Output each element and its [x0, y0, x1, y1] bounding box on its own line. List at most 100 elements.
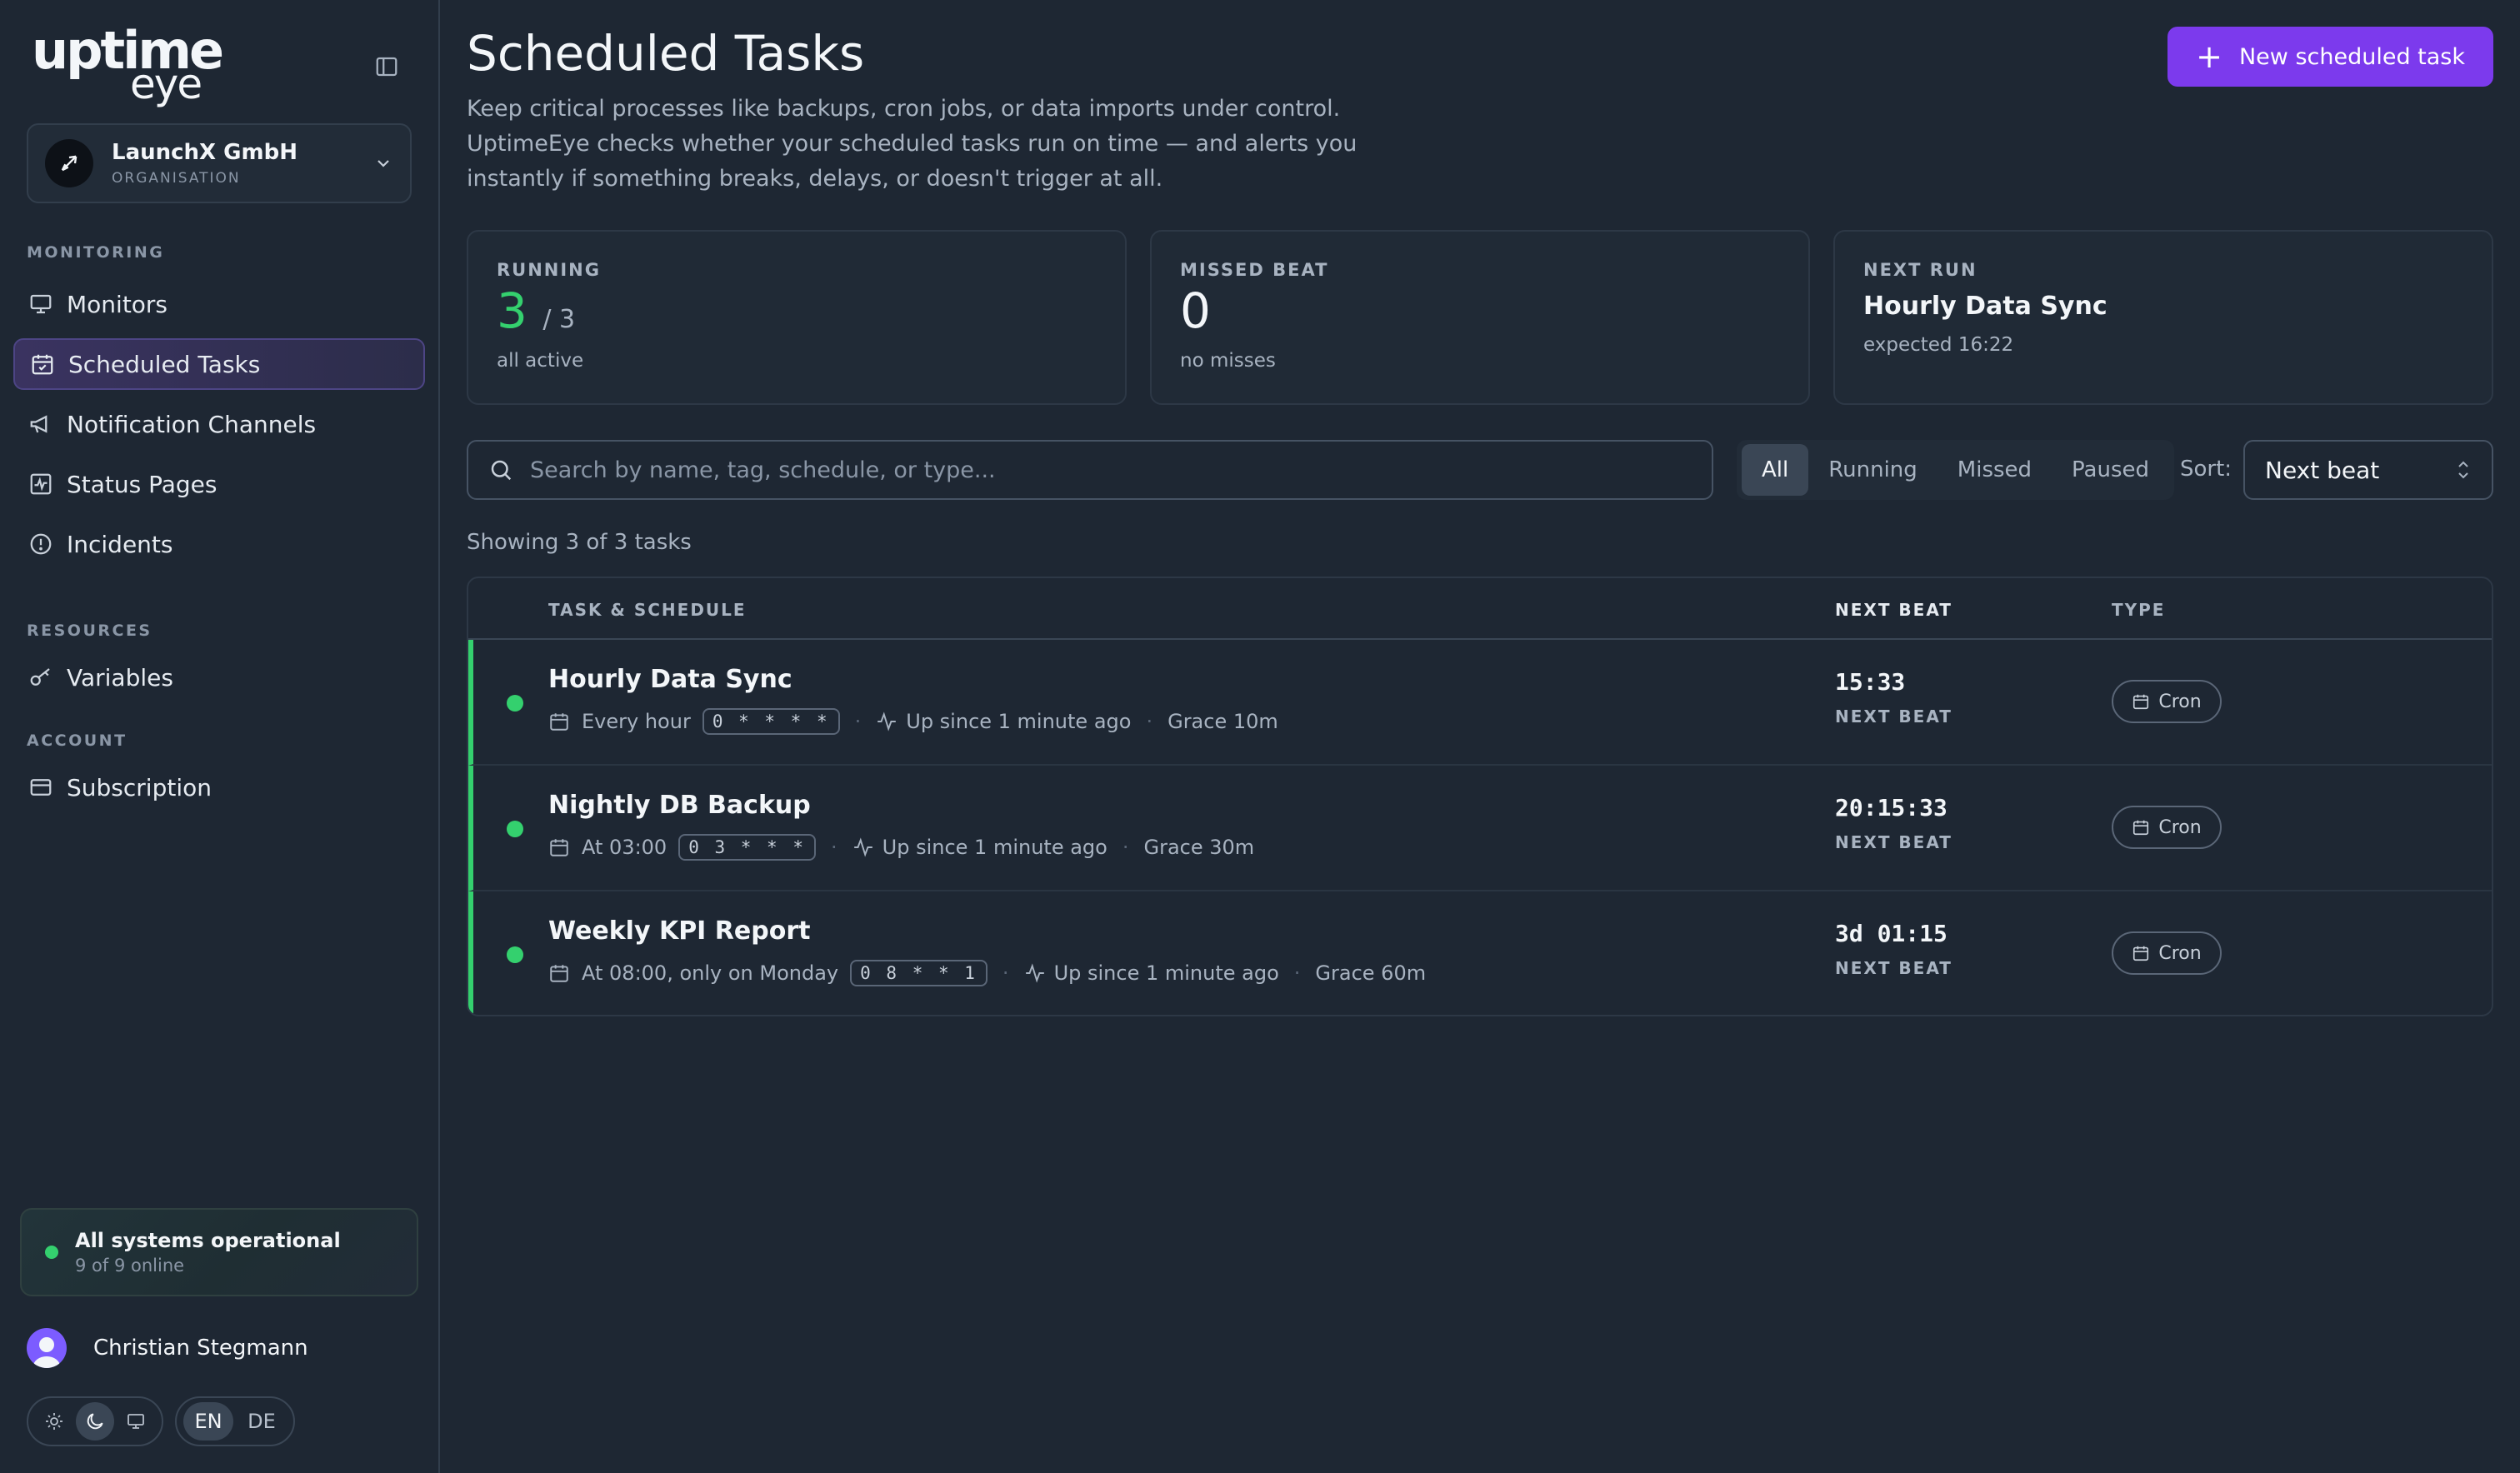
- grace-text: Grace 60m: [1315, 961, 1427, 985]
- sidebar-item-label: Variables: [67, 663, 173, 692]
- sidebar-item-notification-channels[interactable]: Notification Channels: [13, 398, 425, 450]
- stat-value: 0: [1180, 282, 1211, 339]
- page-description: Keep critical processes like backups, cr…: [467, 96, 1358, 192]
- sort-value: Next beat: [2265, 456, 2380, 484]
- chevron-up-down-icon: [2458, 461, 2468, 479]
- next-beat-value: 20:15:33: [1835, 794, 1948, 821]
- tasks-table: TASK & SCHEDULE NEXT BEAT TYPE Hourly Da…: [467, 577, 2493, 1016]
- sort-select[interactable]: Next beat: [2243, 440, 2493, 500]
- sidebar-item-monitors[interactable]: Monitors: [13, 278, 425, 330]
- credit-card-icon: [27, 773, 55, 801]
- stat-card-next-run: NEXT RUN Hourly Data Sync expected 16:22: [1833, 230, 2493, 405]
- stat-label: RUNNING: [497, 260, 601, 280]
- sidebar-toggle-icon[interactable]: [368, 48, 405, 85]
- task-name[interactable]: Weekly KPI Report: [548, 916, 810, 946]
- chevron-down-icon: [378, 160, 389, 167]
- search-box: [467, 440, 1713, 500]
- key-icon: [27, 663, 55, 692]
- new-scheduled-task-button[interactable]: + New scheduled task: [2168, 27, 2493, 87]
- type-badge: Cron: [2112, 806, 2222, 849]
- alert-circle-icon: [27, 530, 55, 558]
- user-menu[interactable]: Christian Stegmann: [27, 1328, 308, 1368]
- uptimeeye-logo[interactable]: uptime eye: [32, 25, 224, 108]
- stat-card-missed: MISSED BEAT 0 no misses: [1150, 230, 1810, 405]
- calendar-check-icon: [28, 350, 57, 378]
- system-status-sub: 9 of 9 online: [75, 1256, 185, 1276]
- next-run-task-name: Hourly Data Sync: [1863, 292, 2108, 321]
- separator: ·: [831, 836, 838, 859]
- next-beat-label: NEXT BEAT: [1835, 832, 1952, 852]
- sun-icon[interactable]: [35, 1402, 73, 1441]
- sidebar-item-label: Monitors: [67, 290, 168, 318]
- uptime-text: Up since 1 minute ago: [1053, 961, 1279, 985]
- cron-expression: 0 3 * * *: [678, 834, 816, 861]
- filter-all[interactable]: All: [1742, 444, 1809, 496]
- column-header-task[interactable]: TASK & SCHEDULE: [548, 600, 747, 620]
- user-name: Christian Stegmann: [93, 1336, 308, 1361]
- calendar-icon: [548, 836, 570, 858]
- activity-icon: [876, 711, 898, 732]
- calendar-icon: [2132, 692, 2150, 711]
- system-status-title: All systems operational: [75, 1229, 341, 1252]
- stat-label: NEXT RUN: [1863, 260, 1978, 280]
- section-label-monitoring: MONITORING: [27, 243, 165, 262]
- uptime-text: Up since 1 minute ago: [882, 836, 1108, 859]
- next-beat-label: NEXT BEAT: [1835, 707, 1952, 727]
- grace-text: Grace 10m: [1168, 710, 1278, 733]
- section-label-account: ACCOUNT: [27, 732, 128, 750]
- sidebar-item-label: Notification Channels: [67, 410, 317, 438]
- system-status-card[interactable]: All systems operational 9 of 9 online: [20, 1208, 418, 1296]
- table-row[interactable]: Nightly DB Backup At 03:00 0 3 * * * · U…: [468, 766, 2492, 891]
- megaphone-icon: [27, 410, 55, 438]
- filter-missed[interactable]: Missed: [1938, 444, 2052, 496]
- task-meta: Every hour 0 * * * * · Up since 1 minute…: [548, 708, 1278, 735]
- task-name[interactable]: Hourly Data Sync: [548, 665, 792, 694]
- separator: ·: [1122, 836, 1129, 859]
- sidebar-item-subscription[interactable]: Subscription: [13, 761, 425, 813]
- search-icon: [491, 460, 512, 481]
- sidebar-item-status-pages[interactable]: Status Pages: [13, 458, 425, 510]
- filter-paused[interactable]: Paused: [2052, 444, 2169, 496]
- column-header-next-beat[interactable]: NEXT BEAT: [1835, 600, 1952, 620]
- separator: ·: [1293, 961, 1301, 985]
- running-total: / 3: [542, 305, 576, 334]
- main-content: Scheduled Tasks Keep critical processes …: [440, 0, 2520, 1473]
- calendar-icon: [2132, 818, 2150, 836]
- stat-card-running: RUNNING 3 / 3 all active: [467, 230, 1127, 405]
- sidebar-item-incidents[interactable]: Incidents: [13, 518, 425, 570]
- next-run-expected: expected 16:22: [1863, 334, 2014, 356]
- activity-icon: [1024, 962, 1046, 984]
- new-scheduled-task-label: New scheduled task: [2238, 43, 2465, 70]
- lang-en-button[interactable]: EN: [183, 1402, 233, 1441]
- sidebar-item-variables[interactable]: Variables: [13, 652, 425, 703]
- status-dot: [45, 1246, 58, 1259]
- search-input[interactable]: [530, 457, 1680, 483]
- column-header-type[interactable]: TYPE: [2112, 600, 2165, 620]
- theme-switcher: [27, 1396, 163, 1446]
- filter-running[interactable]: Running: [1808, 444, 1938, 496]
- table-header: TASK & SCHEDULE NEXT BEAT TYPE: [468, 578, 2492, 640]
- status-dot: [507, 946, 523, 963]
- cron-expression: 0 8 * * 1: [850, 960, 988, 986]
- section-label-resources: RESOURCES: [27, 622, 152, 640]
- type-badge: Cron: [2112, 931, 2222, 975]
- results-count: Showing 3 of 3 tasks: [467, 530, 692, 555]
- calendar-icon: [548, 962, 570, 984]
- schedule-text: At 03:00: [582, 836, 668, 859]
- lang-de-button[interactable]: DE: [237, 1402, 287, 1441]
- stat-sub: no misses: [1180, 350, 1276, 372]
- monitor-icon[interactable]: [117, 1402, 155, 1441]
- table-row[interactable]: Hourly Data Sync Every hour 0 * * * * · …: [468, 640, 2492, 766]
- sidebar-item-scheduled-tasks[interactable]: Scheduled Tasks: [13, 338, 425, 390]
- moon-icon[interactable]: [75, 1402, 114, 1441]
- table-row[interactable]: Weekly KPI Report At 08:00, only on Mond…: [468, 891, 2492, 1015]
- calendar-icon: [548, 711, 570, 732]
- grace-text: Grace 30m: [1143, 836, 1255, 859]
- calendar-icon: [2132, 944, 2150, 962]
- sidebar-item-label: Scheduled Tasks: [68, 350, 261, 378]
- separator: ·: [854, 710, 862, 733]
- stat-sub: all active: [497, 350, 584, 372]
- organization-switcher[interactable]: LaunchX GmbH ORGANISATION: [27, 123, 412, 203]
- task-name[interactable]: Nightly DB Backup: [548, 791, 811, 820]
- logo-text-bottom: eye: [130, 60, 202, 108]
